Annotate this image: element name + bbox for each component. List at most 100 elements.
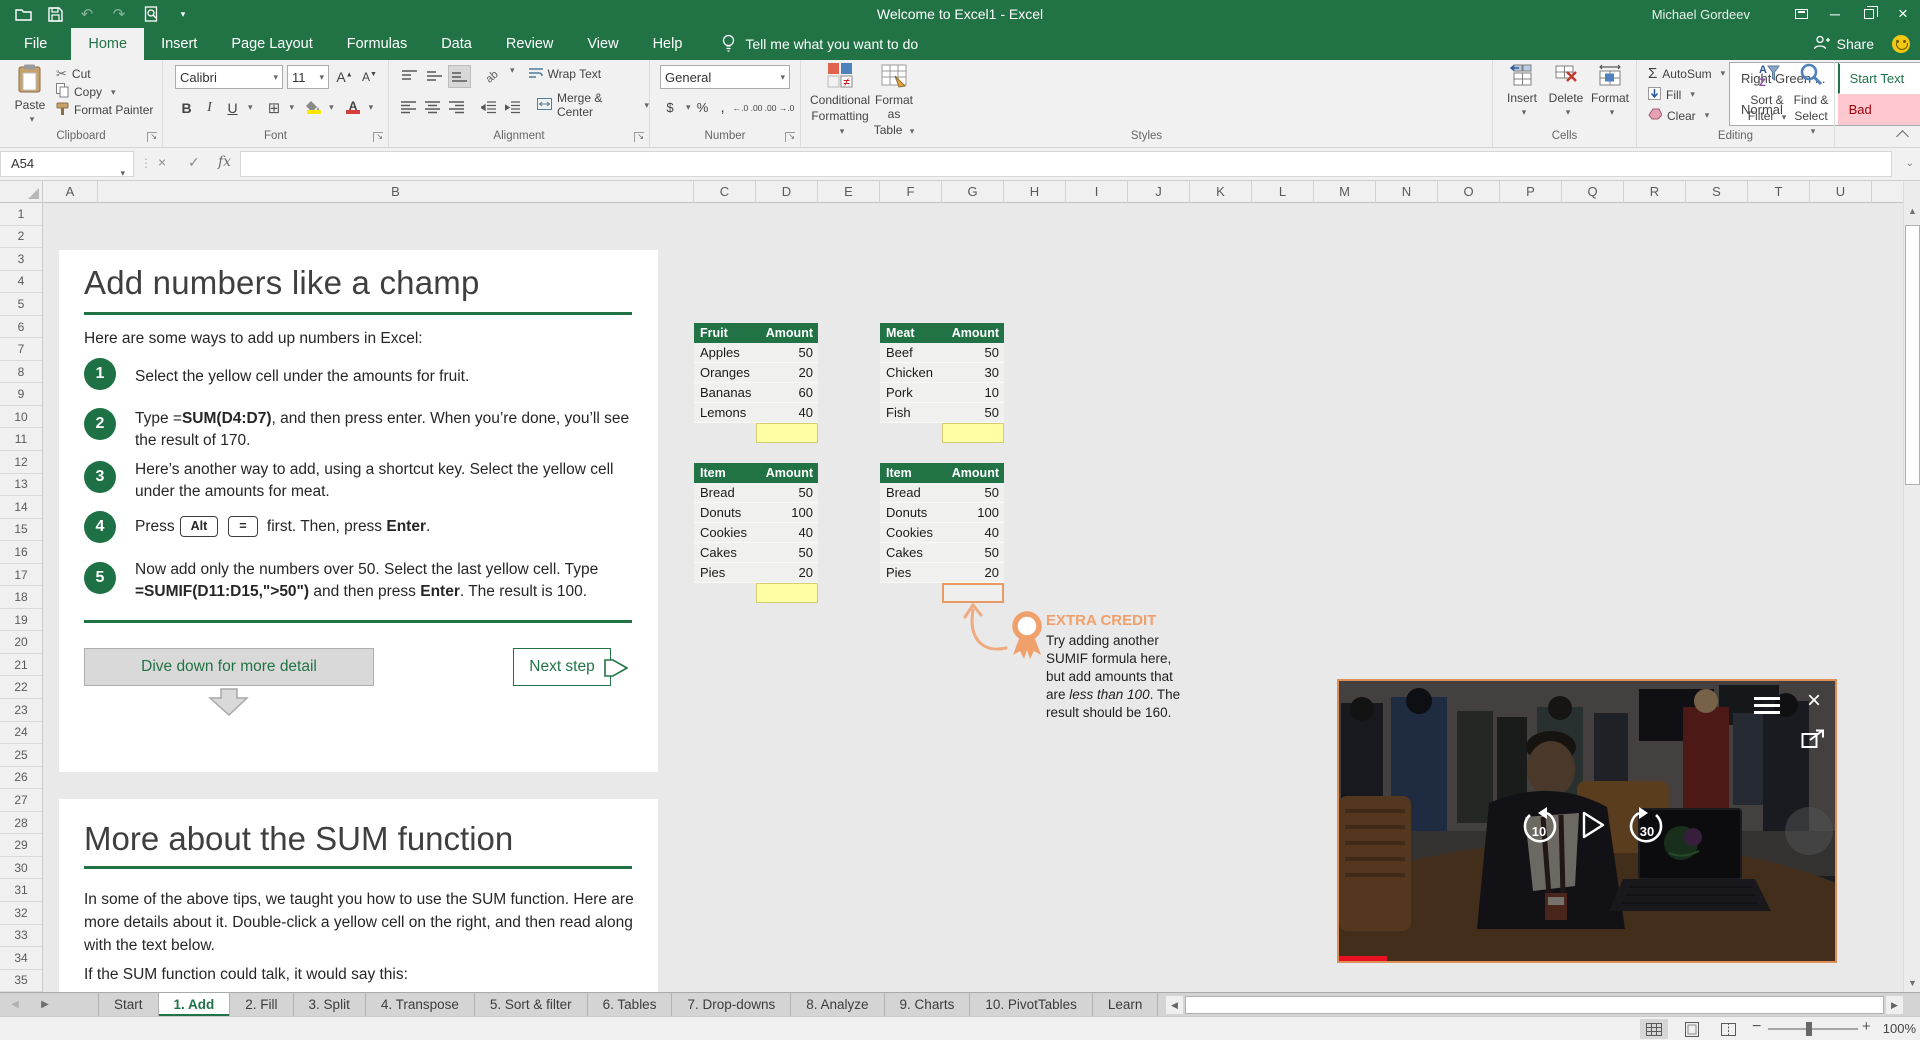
sheet-tab-7-drop-downs[interactable]: 7. Drop-downs <box>672 993 792 1016</box>
amount-cell[interactable]: 50 <box>942 343 1004 363</box>
amount-cell[interactable]: 50 <box>942 483 1004 503</box>
item-name-cell[interactable]: Donuts <box>880 503 942 523</box>
sheet-tab-1-add[interactable]: 1. Add <box>158 993 231 1016</box>
minimize-icon[interactable]: ─ <box>1818 0 1852 28</box>
zoom-slider-thumb[interactable] <box>1806 1022 1812 1036</box>
orientation-icon[interactable]: ab <box>481 65 504 88</box>
video-progress-bar[interactable] <box>1339 956 1387 961</box>
video-pop-out-icon[interactable] <box>1801 729 1825 754</box>
increase-decimal-button[interactable]: ←.0 .00 <box>733 96 763 119</box>
grow-font-button[interactable]: A▲ <box>333 65 356 88</box>
ribbon-tab-review[interactable]: Review <box>489 28 571 60</box>
format-painter-button[interactable]: Format Painter <box>56 101 153 119</box>
sheet-tab-10-pivottables[interactable]: 10. PivotTables <box>970 993 1093 1016</box>
insert-function-icon[interactable]: fx <box>218 154 231 170</box>
alignment-dialog-launcher-icon[interactable]: ↘ <box>634 132 644 142</box>
amount-cell[interactable]: 20 <box>756 563 818 583</box>
comma-style-button[interactable]: , <box>715 96 731 119</box>
item-name-cell[interactable]: Cookies <box>880 523 942 543</box>
ribbon-tab-view[interactable]: View <box>570 28 635 60</box>
close-icon[interactable]: × <box>1886 0 1920 28</box>
vertical-scroll-thumb[interactable] <box>1905 225 1920 485</box>
underline-button[interactable]: U <box>221 96 244 119</box>
sheet-tab-start[interactable]: Start <box>98 993 159 1016</box>
sheet-nav-left-icon[interactable]: ◀ <box>0 993 30 1016</box>
sheet-tab-5-sort-filter[interactable]: 5. Sort & filter <box>475 993 588 1016</box>
item-name-cell[interactable]: Donuts <box>694 503 756 523</box>
item-name-cell[interactable]: Cakes <box>694 543 756 563</box>
font-dialog-launcher-icon[interactable]: ↘ <box>373 132 383 142</box>
video-menu-icon[interactable] <box>1754 697 1780 719</box>
page-break-view-icon[interactable] <box>1714 1019 1742 1039</box>
copy-button[interactable]: Copy ▾ <box>56 83 153 101</box>
find-select-button[interactable]: Find & Select ▾ <box>1789 62 1833 137</box>
video-play-icon[interactable] <box>1580 809 1606 846</box>
ribbon-tab-formulas[interactable]: Formulas <box>330 28 424 60</box>
ribbon-tab-home[interactable]: Home <box>71 28 145 60</box>
item-name-cell[interactable]: Bananas <box>694 383 756 403</box>
cut-button[interactable]: ✂ Cut <box>56 65 153 83</box>
amount-cell[interactable]: 50 <box>942 403 1004 423</box>
borders-chevron-icon[interactable]: ▾ <box>290 102 295 113</box>
item-name-cell[interactable]: Cookies <box>694 523 756 543</box>
number-dialog-launcher-icon[interactable]: ↘ <box>785 132 795 142</box>
decrease-decimal-button[interactable]: .00 →.0 <box>765 96 795 119</box>
formula-bar-grip[interactable]: ⋮ <box>140 156 153 170</box>
vertical-scrollbar[interactable]: ▲ ▼ <box>1903 181 1920 992</box>
bold-button[interactable]: B <box>175 96 198 119</box>
zoom-in-icon[interactable]: + <box>1862 1018 1871 1035</box>
font-color-chevron-icon[interactable]: ▾ <box>369 102 374 113</box>
insert-cells-button[interactable]: Insert ▾ <box>1502 64 1542 118</box>
shrink-font-button[interactable]: A▼ <box>358 65 381 88</box>
borders-icon[interactable]: ⊞ <box>263 96 286 119</box>
decrease-indent-icon[interactable] <box>477 96 499 119</box>
amount-cell[interactable]: 40 <box>756 403 818 423</box>
print-preview-icon[interactable] <box>142 5 160 23</box>
item-name-cell[interactable]: Pork <box>880 383 942 403</box>
cell-style-bad[interactable]: Bad <box>1837 94 1920 125</box>
sum-entry-cell-yellow[interactable] <box>756 423 818 443</box>
accounting-format-button[interactable]: $ <box>660 96 680 119</box>
share-button[interactable]: Share <box>1813 35 1874 53</box>
font-color-icon[interactable]: A <box>342 96 365 119</box>
restore-icon[interactable] <box>1852 0 1886 28</box>
item-name-cell[interactable]: Beef <box>880 343 942 363</box>
normal-view-icon[interactable] <box>1640 1019 1668 1039</box>
align-center-icon[interactable] <box>422 96 444 119</box>
enter-check-icon[interactable]: ✓ <box>188 154 200 171</box>
cell-style-start-text[interactable]: Start Text <box>1837 63 1920 94</box>
expand-formula-bar-icon[interactable]: ⌄ <box>1906 158 1914 169</box>
item-name-cell[interactable]: Oranges <box>694 363 756 383</box>
file-tab[interactable]: File <box>0 28 71 60</box>
amount-cell[interactable]: 40 <box>942 523 1004 543</box>
percent-style-button[interactable]: % <box>693 96 713 119</box>
hscroll-left-icon[interactable]: ◀ <box>1166 996 1183 1014</box>
fill-button[interactable]: Fill ▾ <box>1648 84 1725 105</box>
ribbon-tab-help[interactable]: Help <box>636 28 700 60</box>
sum-entry-cell-yellow[interactable] <box>756 583 818 603</box>
ribbon-tab-page-layout[interactable]: Page Layout <box>214 28 329 60</box>
align-middle-icon[interactable] <box>423 65 446 88</box>
video-player[interactable]: × 10 30 <box>1337 679 1837 963</box>
amount-cell[interactable]: 30 <box>942 363 1004 383</box>
amount-cell[interactable]: 60 <box>756 383 818 403</box>
horizontal-scroll-thumb[interactable] <box>1185 996 1884 1014</box>
autosum-button[interactable]: Σ AutoSum ▾ <box>1648 63 1725 84</box>
accounting-chevron-icon[interactable]: ▾ <box>686 102 691 113</box>
sheet-tab-3-split[interactable]: 3. Split <box>294 993 366 1016</box>
format-cells-button[interactable]: Format ▾ <box>1590 64 1630 118</box>
next-step-button[interactable]: Next step <box>513 648 611 686</box>
amount-cell[interactable]: 50 <box>756 343 818 363</box>
amount-cell[interactable]: 100 <box>942 503 1004 523</box>
item-name-cell[interactable]: Bread <box>694 483 756 503</box>
scroll-down-icon[interactable]: ▼ <box>1904 975 1920 992</box>
conditional-formatting-button[interactable]: ≠ Conditional Formatting ▾ <box>810 62 870 137</box>
item-name-cell[interactable]: Pies <box>694 563 756 583</box>
sum-entry-cell-yellow[interactable] <box>942 423 1004 443</box>
align-top-icon[interactable] <box>398 65 421 88</box>
fill-color-icon[interactable] <box>302 96 325 119</box>
underline-chevron-icon[interactable]: ▾ <box>248 102 253 113</box>
redo-icon[interactable]: ↷ <box>110 5 128 23</box>
amount-cell[interactable]: 50 <box>942 543 1004 563</box>
merge-center-button[interactable]: Merge & Center ▾ <box>536 91 649 119</box>
